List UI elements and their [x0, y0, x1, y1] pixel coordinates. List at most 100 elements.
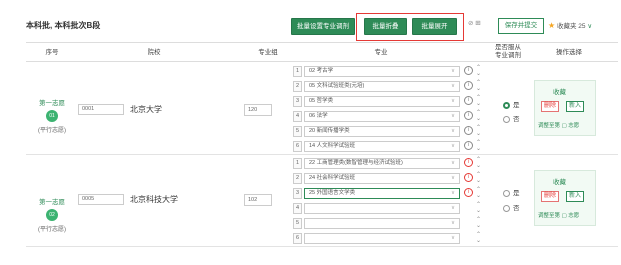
batch-expand-button[interactable]: 批量展开	[412, 18, 457, 35]
seq-cell: 第一志愿 02 (平行志愿)	[30, 196, 74, 233]
major-select[interactable]: ∨	[304, 218, 460, 229]
major-select[interactable]: 14 人文科学试验班 ∨	[304, 141, 460, 152]
view-toggle-icon[interactable]: ⊘ ⊞	[468, 19, 481, 27]
major-select[interactable]: 05 哲学类 ∨	[304, 96, 460, 107]
info-icon[interactable]: i	[464, 141, 473, 150]
major-select[interactable]: ∨	[304, 233, 460, 244]
radio-unchecked-icon	[503, 204, 510, 212]
seq-label: 第一志愿	[39, 199, 65, 206]
major-select[interactable]: 25 外国语言文学类 ∨	[304, 188, 460, 199]
major-select[interactable]: 06 法学 ∨	[304, 111, 460, 122]
seq-label: 第一志愿	[39, 100, 65, 107]
add-button[interactable]: 新入	[566, 101, 584, 112]
sort-arrows-icon[interactable]: ⌃ ⌄	[476, 187, 481, 199]
obey-yes-label: 是	[513, 102, 520, 109]
major-value: 25 外国语言文学类	[309, 190, 356, 196]
sort-arrows-icon[interactable]: ⌃ ⌄	[476, 95, 481, 107]
favorites-dropdown[interactable]: ★ 收藏夹 25 ∨	[548, 20, 592, 30]
chevron-down-icon: ∨	[450, 68, 455, 74]
chevron-down-icon: ∨	[450, 113, 455, 119]
row-divider	[26, 246, 618, 247]
info-icon[interactable]: i	[464, 81, 473, 90]
row-divider	[26, 154, 618, 155]
university-name: 北京大学	[130, 105, 162, 114]
chevron-down-icon: ∨	[450, 205, 455, 211]
seq-sub-label: (平行志愿)	[38, 227, 66, 233]
save-submit-button[interactable]: 保存并提交	[498, 18, 544, 34]
sort-arrows-icon[interactable]: ⌃ ⌄	[476, 125, 481, 137]
adjust-position-control[interactable]: 调整至第 ▢ 志愿	[538, 211, 579, 219]
col-group: 专业组	[258, 49, 278, 56]
favorite-link[interactable]: 收藏	[553, 176, 566, 186]
major-group-field[interactable]: 102	[244, 194, 272, 206]
chevron-down-icon: ∨	[450, 220, 455, 226]
major-select[interactable]: 05 文科试验班类(元培) ∨	[304, 81, 460, 92]
major-select[interactable]: 24 社会科学试验班 ∨	[304, 173, 460, 184]
obey-no-radio[interactable]: 否	[503, 202, 520, 212]
obey-yes-label: 是	[513, 190, 520, 197]
warning-info-icon[interactable]: i	[464, 188, 473, 197]
major-index: 4	[293, 111, 302, 122]
seq-sub-label: (平行志愿)	[38, 128, 66, 134]
batch-collapse-button[interactable]: 批量折叠	[364, 18, 407, 35]
sort-arrows-icon[interactable]: ⌃ ⌄	[476, 140, 481, 152]
chevron-down-icon: ∨	[450, 235, 455, 241]
chevron-down-icon: ∨	[587, 23, 593, 30]
sort-arrows-icon[interactable]: ⌃ ⌄	[476, 217, 481, 229]
major-value: 14 人文科学试验班	[309, 143, 356, 149]
chevron-down-icon: ∨	[450, 160, 455, 166]
major-value: 24 社会科学试验班	[309, 175, 356, 181]
radio-unchecked-icon	[503, 189, 510, 197]
obey-no-label: 否	[513, 116, 520, 123]
major-index: 4	[293, 203, 302, 214]
sort-arrows-icon[interactable]: ⌃ ⌄	[476, 157, 481, 169]
sort-arrows-icon[interactable]: ⌃ ⌄	[476, 110, 481, 122]
chevron-down-icon: ∨	[450, 190, 455, 196]
school-code-field[interactable]: 0005	[78, 194, 124, 205]
sort-arrows-icon[interactable]: ⌃ ⌄	[476, 80, 481, 92]
major-group-field[interactable]: 120	[244, 104, 272, 116]
info-icon[interactable]: i	[464, 96, 473, 105]
col-seq: 序号	[45, 49, 59, 56]
info-icon[interactable]: i	[464, 126, 473, 135]
major-index: 6	[293, 233, 302, 244]
major-index: 6	[293, 141, 302, 152]
adjust-go-label: 志愿	[568, 123, 580, 129]
info-icon[interactable]: i	[464, 66, 473, 75]
adjust-position-control[interactable]: 调整至第 ▢ 志愿	[538, 121, 579, 129]
major-index: 2	[293, 173, 302, 184]
seq-number-badge: 01	[46, 110, 58, 122]
major-select[interactable]: 22 工商管理类(数智管理与经济试验班) ∨	[304, 158, 460, 169]
major-select[interactable]: 20 新闻传播学类 ∨	[304, 126, 460, 137]
adjust-label: 调整至第	[538, 213, 561, 219]
major-index: 5	[293, 126, 302, 137]
delete-button[interactable]: 删除	[541, 191, 559, 202]
sort-arrows-icon[interactable]: ⌃ ⌄	[476, 65, 481, 77]
sort-arrows-icon[interactable]: ⌃ ⌄	[476, 202, 481, 214]
major-index: 1	[293, 158, 302, 169]
warning-info-icon[interactable]: i	[464, 158, 473, 167]
col-obey-line1: 是否服从	[495, 44, 521, 51]
school-code-field[interactable]: 0001	[78, 104, 124, 115]
star-icon: ★	[548, 21, 556, 30]
col-major: 专业	[374, 49, 388, 56]
radio-checked-icon	[503, 101, 510, 109]
sort-arrows-icon[interactable]: ⌃ ⌄	[476, 232, 481, 244]
obey-yes-radio[interactable]: 是	[503, 99, 520, 109]
delete-button[interactable]: 删除	[541, 101, 559, 112]
info-icon[interactable]: i	[464, 111, 473, 120]
major-index: 5	[293, 218, 302, 229]
favorite-link[interactable]: 收藏	[553, 86, 566, 96]
major-select[interactable]: ∨	[304, 203, 460, 214]
major-index: 2	[293, 81, 302, 92]
obey-yes-radio[interactable]: 是	[503, 187, 520, 197]
adjust-go-label: 志愿	[568, 213, 580, 219]
add-button[interactable]: 新入	[566, 191, 584, 202]
chevron-down-icon: ∨	[450, 143, 455, 149]
batch-set-major-button[interactable]: 批量设置专业调剂	[291, 18, 355, 35]
major-select[interactable]: 02 考古学 ∨	[304, 66, 460, 77]
sort-arrows-icon[interactable]: ⌃ ⌄	[476, 172, 481, 184]
obey-no-radio[interactable]: 否	[503, 113, 520, 123]
warning-info-icon[interactable]: i	[464, 173, 473, 182]
major-value: 02 考古学	[309, 68, 334, 74]
